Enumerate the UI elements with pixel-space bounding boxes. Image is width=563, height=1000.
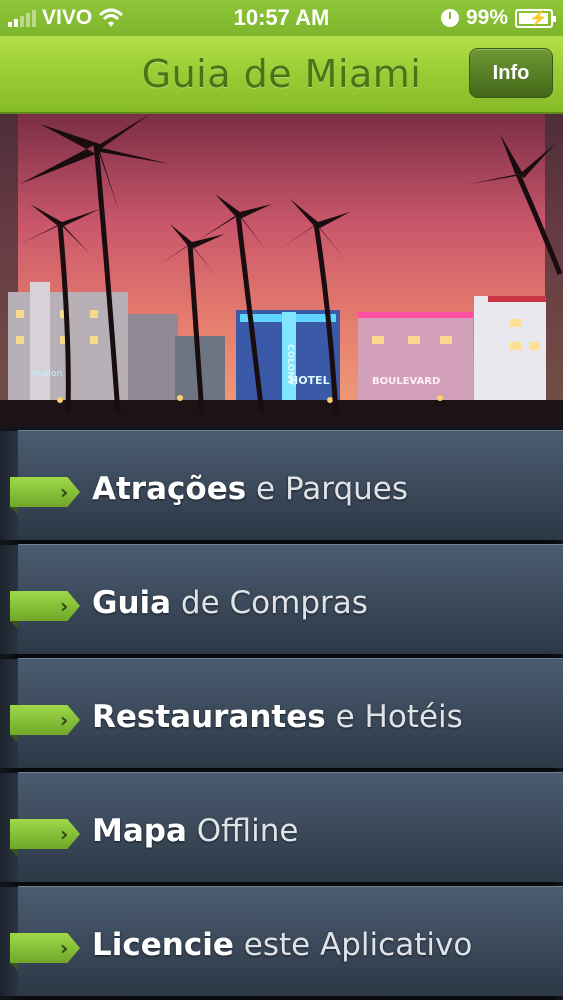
chevron-right-icon: › — [60, 594, 69, 618]
menu-item-label: Mapa Offline — [92, 813, 299, 849]
chevron-right-icon: › — [60, 480, 69, 504]
chevron-right-icon: › — [60, 936, 69, 960]
menu-tab — [10, 591, 80, 621]
menu-item-atracoes[interactable]: › Atrações e Parques — [0, 430, 563, 540]
menu-item-mapa[interactable]: › Mapa Offline — [0, 772, 563, 882]
menu-item-label: Restaurantes e Hotéis — [92, 699, 463, 735]
menu-tab — [10, 705, 80, 735]
menu-tab — [10, 477, 80, 507]
menu-tab — [10, 819, 80, 849]
colony-neon-sign: COLONY — [285, 344, 295, 386]
chevron-right-icon: › — [60, 708, 69, 732]
menu-item-label: Guia de Compras — [92, 585, 368, 621]
menu-item-label: Licencie este Aplicativo — [92, 927, 473, 963]
battery-percent: 99% — [465, 6, 508, 29]
nav-bar: Guia de Miami Info — [0, 36, 563, 114]
menu-tab — [10, 933, 80, 963]
menu-item-restaurantes[interactable]: › Restaurantes e Hotéis — [0, 658, 563, 768]
status-bar: VIVO 10:57 AM 99% ⚡ — [0, 0, 563, 36]
status-right: 99% ⚡ — [440, 6, 556, 30]
menu-item-compras[interactable]: › Guia de Compras — [0, 544, 563, 654]
info-button[interactable]: Info — [469, 48, 553, 98]
battery-icon: ⚡ — [515, 8, 556, 28]
avalon-neon-sign: Avalon — [32, 369, 62, 379]
chevron-right-icon: › — [60, 822, 69, 846]
banner-image: HOTEL COLONY BOULEVARD Avalon — [0, 114, 563, 426]
clock-icon — [440, 9, 459, 27]
main-menu: › Atrações e Parques › Guia de Compras ›… — [0, 426, 563, 1000]
boulevard-neon-sign: BOULEVARD — [372, 376, 440, 387]
miami-skyline-illustration: HOTEL COLONY BOULEVARD Avalon — [0, 114, 563, 426]
menu-item-label: Atrações e Parques — [92, 471, 408, 507]
menu-item-licencie[interactable]: › Licencie este Aplicativo — [0, 886, 563, 996]
